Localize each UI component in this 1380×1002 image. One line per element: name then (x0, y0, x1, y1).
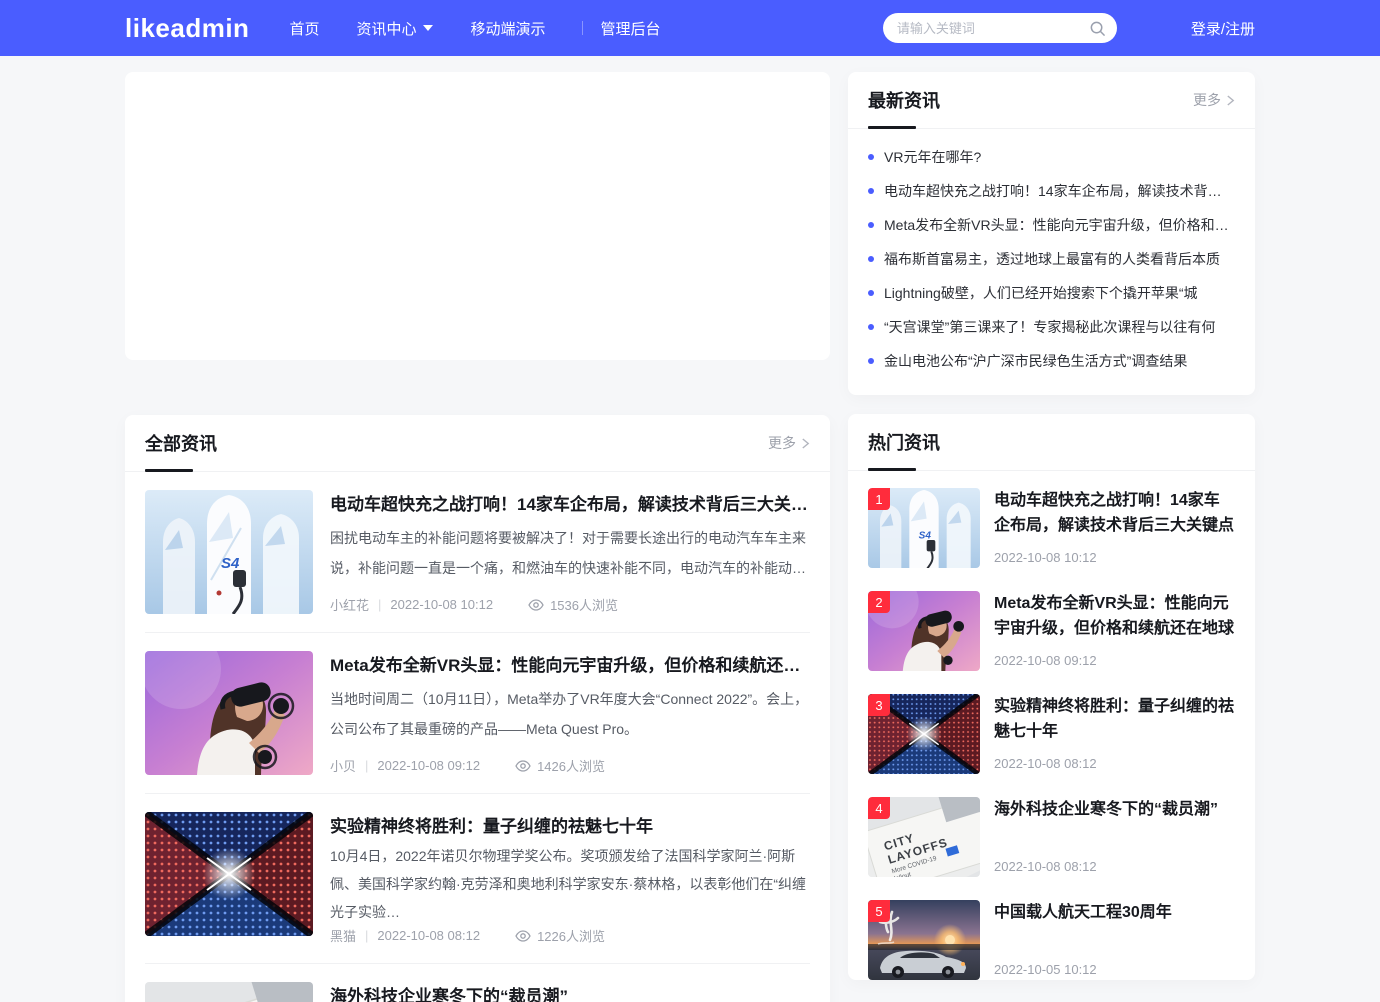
article-row[interactable]: S4 电动车超快充之战打响！14家车企布局，解读技术背后三大关键点 困扰电动车主… (145, 472, 810, 633)
page-content: 全部资讯 更多 (125, 56, 1255, 1002)
chevron-right-icon (801, 437, 810, 450)
nav-item-news-center[interactable]: 资讯中心 (356, 18, 433, 39)
eye-icon (515, 930, 531, 942)
banner-placeholder (125, 72, 830, 360)
article-views: 1226人浏览 (537, 926, 605, 945)
all-news-title: 全部资讯 (145, 415, 217, 471)
nav-item-home[interactable]: 首页 (289, 18, 319, 39)
search-input[interactable] (897, 21, 1089, 36)
main-nav: 首页 资讯中心 移动端演示 管理后台 (289, 18, 697, 39)
rank-badge: 4 (868, 797, 890, 819)
hot-news-title-text: 实验精神终将胜利：量子纠缠的祛魅七十年 (994, 694, 1235, 744)
bullet-dot-icon (868, 222, 874, 228)
search-box[interactable] (883, 13, 1117, 43)
hot-news-item[interactable]: S4 1 电动车超快充之战打响！14家车企布局，解读技术背后三大关键点 2022… (868, 488, 1235, 568)
article-title: 实验精神终将胜利：量子纠缠的祛魅七十年 (330, 814, 810, 840)
layoffs-newspaper-image (145, 982, 313, 1002)
latest-news-item[interactable]: 金山电池公布“沪广深市民绿色生活方式”调查结果 (868, 344, 1235, 378)
charging-station-image: S4 1 (868, 488, 980, 568)
hot-news-date: 2022-10-08 08:12 (994, 756, 1235, 774)
hot-news-date: 2022-10-08 09:12 (994, 653, 1235, 671)
latest-news-item[interactable]: VR元年在哪年? (868, 140, 1235, 174)
quantum-image (145, 812, 313, 936)
article-row[interactable]: Meta发布全新VR头显：性能向元宇宙升级，但价格和续航还在地球 当地时间周二（… (145, 633, 810, 794)
hot-news-item[interactable]: 5 中国载人航天工程30周年 2022-10-05 10:12 (868, 900, 1235, 980)
latest-news-item[interactable]: Meta发布全新VR头显：性能向元宇宙升级，但价格和续…还 (868, 208, 1235, 242)
article-title: Meta发布全新VR头显：性能向元宇宙升级，但价格和续航还在地球 (330, 653, 810, 679)
article-author: 黑猫 (330, 926, 356, 945)
rank-badge: 1 (868, 488, 890, 510)
hot-news-title-text: 海外科技企业寒冬下的“裁员潮” (994, 797, 1235, 822)
layoffs-newspaper-image: CITY LAYOFFS More COVID-19 fallout 4 (868, 797, 980, 877)
all-news-card: 全部资讯 更多 (125, 415, 830, 1002)
article-row[interactable]: 实验精神终将胜利：量子纠缠的祛魅七十年 10月4日，2022年诺贝尔物理学奖公布… (145, 794, 810, 964)
hot-news-card: 热门资讯 S4 (848, 414, 1255, 980)
search-icon[interactable] (1089, 20, 1106, 37)
latest-news-more-link[interactable]: 更多 (1193, 90, 1235, 110)
latest-news-item[interactable]: 电动车超快充之战打响！14家车企布局，解读技术背后三… (868, 174, 1235, 208)
chevron-right-icon (1226, 94, 1235, 107)
bullet-dot-icon (868, 188, 874, 194)
meta-divider (378, 597, 381, 612)
latest-news-card: 最新资讯 更多 VR元年在哪年? 电动车超快充之战打响！14家车企布局，解读技术… (848, 72, 1255, 395)
hot-news-title-text: Meta发布全新VR头显：性能向元宇宙升级，但价格和续航还在地球 (994, 591, 1235, 641)
latest-news-item[interactable]: 福布斯首富易主，透过地球上最富有的人类看背后本质 (868, 242, 1235, 276)
bullet-dot-icon (868, 256, 874, 262)
hot-news-date: 2022-10-08 10:12 (994, 550, 1235, 568)
hot-news-title-text: 电动车超快充之战打响！14家车企布局，解读技术背后三大关键点 (994, 488, 1235, 538)
svg-text:S4: S4 (221, 555, 240, 572)
article-excerpt: 当地时间周二（10月11日），Meta举办了VR年度大会“Connect 202… (330, 684, 810, 744)
nav-item-mobile-demo[interactable]: 移动端演示 (470, 18, 545, 39)
article-excerpt: 10月4日，2022年诺贝尔物理学奖公布。奖项颁发给了法国科学家阿兰·阿斯佩、美… (330, 842, 810, 926)
eye-icon (528, 599, 544, 611)
all-news-more-link[interactable]: 更多 (768, 433, 810, 453)
site-logo[interactable]: likeadmin (125, 13, 249, 44)
hot-news-title: 热门资讯 (868, 414, 940, 470)
bullet-dot-icon (868, 290, 874, 296)
hot-news-date: 2022-10-05 10:12 (994, 962, 1235, 980)
article-author: 小贝 (330, 756, 356, 775)
article-row[interactable]: 海外科技企业寒冬下的“裁员潮” (145, 964, 810, 1002)
hot-news-item[interactable]: 2 Meta发布全新VR头显：性能向元宇宙升级，但价格和续航还在地球 2022-… (868, 591, 1235, 671)
car-sunset-image: 5 (868, 900, 980, 980)
hot-news-title-text: 中国载人航天工程30周年 (994, 900, 1235, 925)
rank-badge: 3 (868, 694, 890, 716)
vr-headset-image: 2 (868, 591, 980, 671)
hot-news-item[interactable]: CITY LAYOFFS More COVID-19 fallout 4 海外科… (868, 797, 1235, 877)
rank-badge: 2 (868, 591, 890, 613)
article-title: 电动车超快充之战打响！14家车企布局，解读技术背后三大关键点 (330, 492, 810, 518)
article-title: 海外科技企业寒冬下的“裁员潮” (330, 984, 810, 1002)
chevron-down-icon (423, 25, 433, 31)
top-navbar: likeadmin 首页 资讯中心 移动端演示 管理后台 登录/注册 (0, 0, 1380, 56)
latest-news-item[interactable]: “天宫课堂”第三课来了！专家揭秘此次课程与以往有何 (868, 310, 1235, 344)
bullet-dot-icon (868, 358, 874, 364)
hot-news-item[interactable]: 3 实验精神终将胜利：量子纠缠的祛魅七十年 2022-10-08 08:12 (868, 694, 1235, 774)
article-date: 2022-10-08 09:12 (377, 758, 480, 773)
bullet-dot-icon (868, 154, 874, 160)
eye-icon (515, 760, 531, 772)
article-author: 小红花 (330, 595, 369, 614)
bullet-dot-icon (868, 324, 874, 330)
quantum-image: 3 (868, 694, 980, 774)
meta-divider (365, 758, 368, 773)
latest-news-title: 最新资讯 (868, 72, 940, 128)
article-excerpt: 困扰电动车主的补能问题将要被解决了！对于需要长途出行的电动汽车车主来说，补能问题… (330, 523, 810, 583)
nav-item-admin[interactable]: 管理后台 (600, 18, 660, 39)
hot-news-date: 2022-10-08 08:12 (994, 859, 1235, 877)
article-views: 1426人浏览 (537, 756, 605, 775)
meta-divider (365, 928, 368, 943)
article-date: 2022-10-08 08:12 (377, 928, 480, 943)
article-date: 2022-10-08 10:12 (390, 597, 493, 612)
charging-station-image: S4 (145, 490, 313, 614)
article-views: 1536人浏览 (550, 595, 618, 614)
rank-badge: 5 (868, 900, 890, 922)
latest-news-item[interactable]: Lightning破壁，人们已经开始搜索下个撬开苹果“城 (868, 276, 1235, 310)
nav-divider (582, 21, 583, 35)
login-register-link[interactable]: 登录/注册 (1191, 18, 1255, 39)
vr-headset-image (145, 651, 313, 775)
